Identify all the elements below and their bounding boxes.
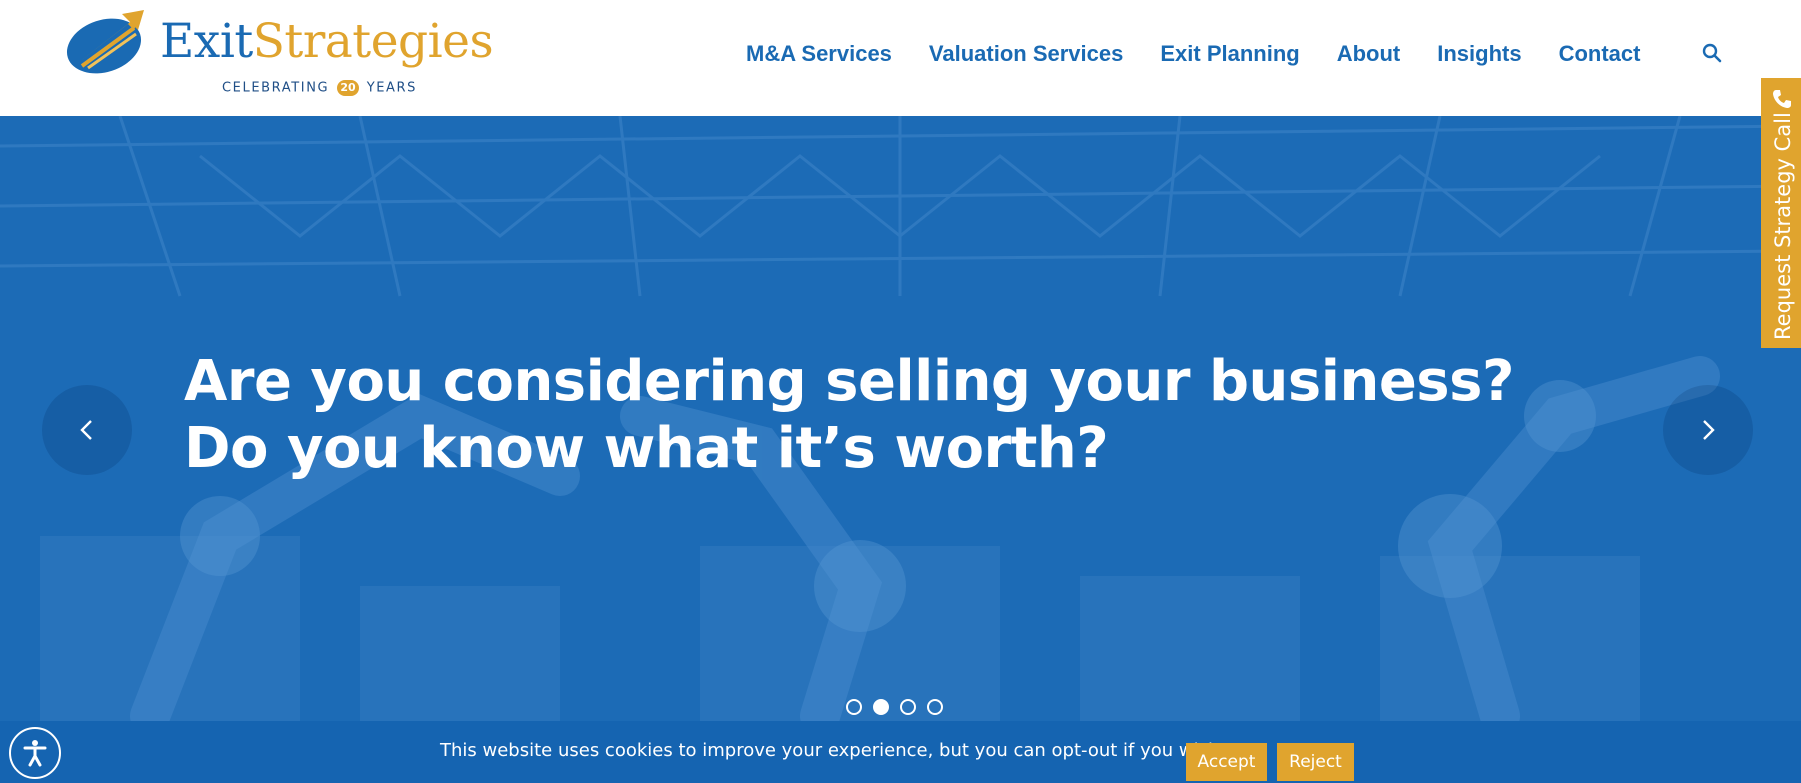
hero-headline-line-2: Do you know what it’s worth?	[184, 416, 1109, 481]
site-logo[interactable]: ExitStrategies CELEBRATING 20 YEARS	[64, 8, 494, 100]
hero-headline: Are you considering selling your busines…	[184, 348, 1514, 482]
search-icon[interactable]	[1701, 42, 1723, 64]
slider-dot-3[interactable]	[900, 699, 916, 715]
cookie-accept-button[interactable]: Accept	[1186, 743, 1267, 781]
request-strategy-call-tab[interactable]: Request Strategy Call	[1761, 78, 1801, 348]
nav-item-exit-planning[interactable]: Exit Planning	[1160, 36, 1299, 72]
nav-item-contact[interactable]: Contact	[1559, 36, 1641, 72]
tagline-after: YEARS	[366, 80, 418, 96]
accessibility-icon	[23, 740, 47, 767]
chevron-left-icon	[80, 420, 92, 440]
phone-icon	[1773, 90, 1791, 108]
cookie-banner: This website uses cookies to improve you…	[0, 721, 1801, 783]
hero-headline-line-1: Are you considering selling your busines…	[184, 349, 1514, 414]
nav-item-valuation-services[interactable]: Valuation Services	[929, 36, 1123, 72]
main-nav: M&A Services Valuation Services Exit Pla…	[746, 36, 1640, 72]
logo-tagline: CELEBRATING 20 YEARS	[222, 80, 417, 96]
logo-word-strategies: Strategies	[252, 14, 494, 69]
logo-wordmark: ExitStrategies	[160, 14, 494, 70]
nav-item-ma-services[interactable]: M&A Services	[746, 36, 892, 72]
slider-next-button[interactable]	[1663, 385, 1753, 475]
accessibility-button[interactable]	[9, 727, 61, 779]
tagline-years-badge: 20	[336, 80, 359, 96]
slider-prev-button[interactable]	[42, 385, 132, 475]
nav-item-about[interactable]: About	[1337, 36, 1401, 72]
tagline-before: CELEBRATING	[222, 80, 330, 96]
nav-item-insights[interactable]: Insights	[1437, 36, 1521, 72]
slider-dot-4[interactable]	[927, 699, 943, 715]
hero-slider: Are you considering selling your busines…	[0, 116, 1801, 721]
logo-arrow-icon	[66, 10, 144, 74]
slider-dot-1[interactable]	[846, 699, 862, 715]
cookie-message: This website uses cookies to improve you…	[440, 740, 1226, 761]
cookie-reject-button[interactable]: Reject	[1277, 743, 1354, 781]
slider-dots	[846, 699, 943, 715]
slider-dot-2[interactable]	[873, 699, 889, 715]
chevron-right-icon	[1703, 420, 1715, 440]
logo-word-exit: Exit	[160, 14, 253, 69]
site-header: ExitStrategies CELEBRATING 20 YEARS M&A …	[0, 0, 1801, 116]
request-strategy-call-label: Request Strategy Call	[1771, 112, 1795, 340]
